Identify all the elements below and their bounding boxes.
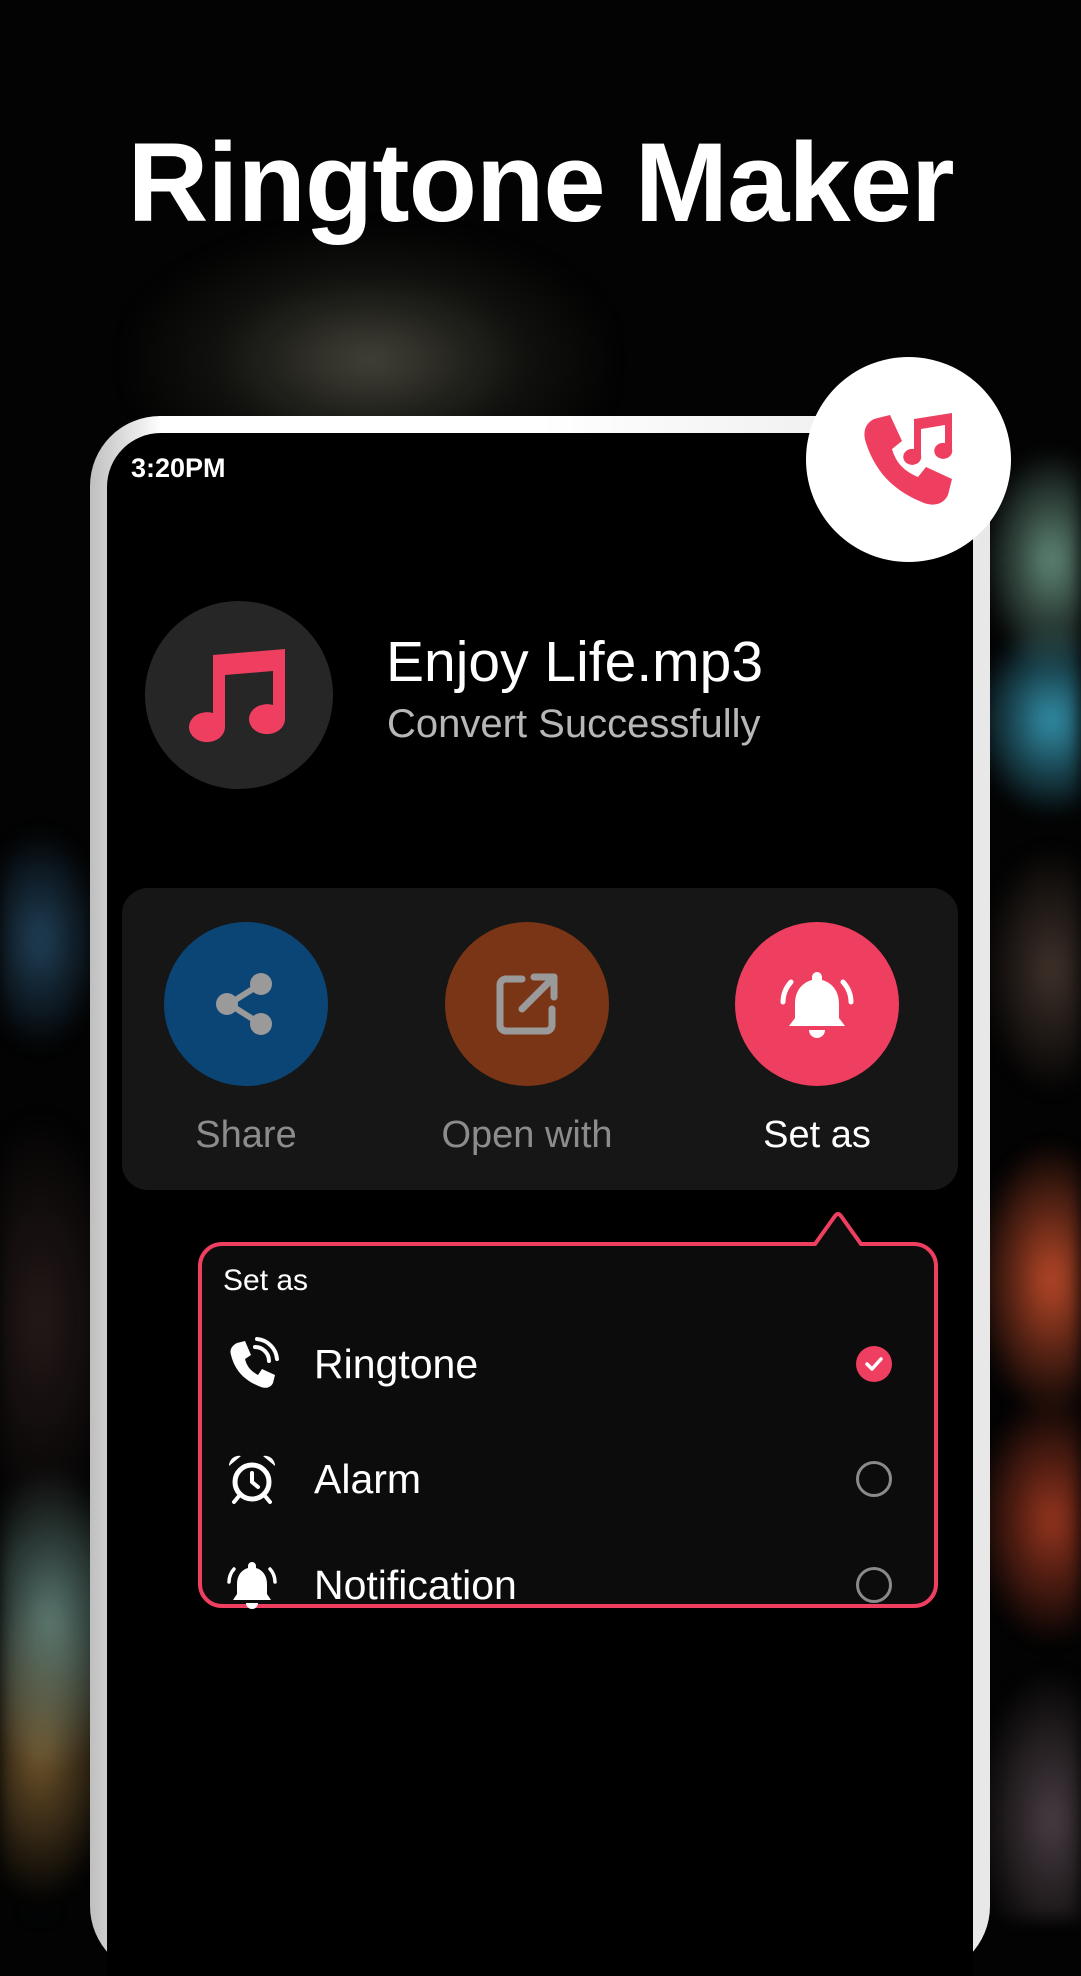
check-icon (865, 1357, 883, 1371)
music-note-icon (189, 649, 286, 743)
phone-music-icon (863, 412, 952, 505)
bell-ring-icon (780, 972, 854, 1038)
track-name: Enjoy Life.mp3 (386, 630, 764, 694)
open-with-action[interactable]: Open with (427, 922, 627, 1157)
option-notification-label: Notification (314, 1561, 517, 1608)
promo-title: Ringtone Maker (127, 120, 954, 245)
phone-ring-icon (222, 1334, 282, 1394)
ringtone-badge (806, 357, 1011, 562)
track-status: Convert Successfully (387, 702, 761, 746)
popup-title: Set as (223, 1264, 309, 1297)
set-as-action[interactable]: Set as (717, 922, 917, 1157)
option-ringtone-label: Ringtone (314, 1340, 479, 1387)
open-with-label: Open with (441, 1114, 613, 1156)
ringtone-radio[interactable] (856, 1346, 892, 1382)
track-artwork (145, 601, 333, 789)
bell-icon (222, 1555, 282, 1615)
actions-card: Share Open with Set as (122, 888, 958, 1190)
share-label: Share (195, 1114, 297, 1156)
alarm-radio[interactable] (856, 1461, 892, 1497)
set-as-label: Set as (763, 1114, 871, 1156)
option-ringtone[interactable]: Ringtone (222, 1324, 914, 1404)
set-as-button[interactable] (735, 922, 899, 1086)
share-icon (216, 973, 272, 1035)
option-alarm[interactable]: Alarm (222, 1439, 914, 1519)
share-button[interactable] (164, 922, 328, 1086)
phone-mockup: 3:20PM Enjoy Life.mp3 Convert Successful… (90, 416, 990, 1976)
option-notification[interactable]: Notification (222, 1545, 914, 1625)
set-as-popup: Set as Ringtone Alarm Notification (198, 1212, 940, 1610)
share-action[interactable]: Share (146, 922, 346, 1157)
status-bar-time: 3:20PM (131, 453, 226, 483)
open-external-icon (496, 973, 558, 1035)
alarm-clock-icon (222, 1449, 282, 1509)
notification-radio[interactable] (856, 1567, 892, 1603)
option-alarm-label: Alarm (314, 1455, 422, 1502)
open-with-button[interactable] (445, 922, 609, 1086)
phone-screen: 3:20PM Enjoy Life.mp3 Convert Successful… (107, 433, 973, 1976)
